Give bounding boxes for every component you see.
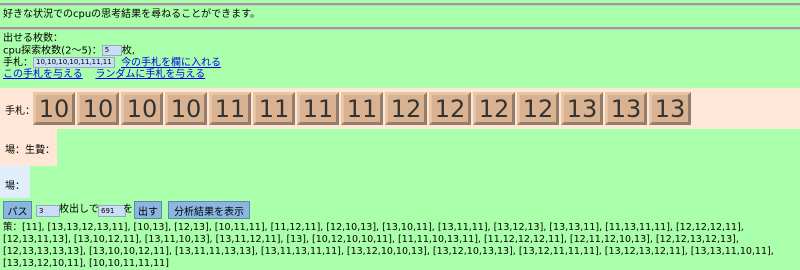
section-separator xyxy=(0,27,800,30)
hand-card[interactable]: 11 xyxy=(297,92,339,125)
play-count-label: 出せる枚数： xyxy=(3,33,63,44)
random-hand-link[interactable]: ランダムに手札を与える xyxy=(95,69,205,80)
count-suffix: 枚出しで xyxy=(59,204,99,215)
hand-card[interactable]: 10 xyxy=(33,92,75,125)
cpu-depth-row: cpu探索枚数(2〜5)： 5 枚, xyxy=(3,45,135,58)
hand-row-label: 手札： xyxy=(5,106,35,117)
top-separator xyxy=(0,3,800,6)
hand-card[interactable]: 12 xyxy=(473,92,515,125)
field-label: 場： xyxy=(5,181,25,192)
hand-card[interactable]: 13 xyxy=(561,92,603,125)
hand-card[interactable]: 10 xyxy=(77,92,119,125)
pass-button[interactable]: パス xyxy=(3,201,32,219)
hand-cards: 10 10 10 10 11 11 11 11 12 12 12 12 13 13 13 xyxy=(33,92,691,125)
hand-links-row: この手札を与える ランダムに手札を与える xyxy=(3,69,205,81)
put-current-hand-link[interactable]: 今の手札を欄に入れる xyxy=(121,58,221,69)
rank-input[interactable]: 691 xyxy=(98,205,126,217)
cpu-depth-input[interactable]: 5 xyxy=(101,45,122,56)
give-hand-link[interactable]: この手札を与える xyxy=(3,69,83,80)
play-button[interactable]: 出す xyxy=(134,201,162,219)
hand-card[interactable]: 10 xyxy=(121,92,163,125)
count-input[interactable]: 3 xyxy=(36,205,60,217)
cpu-depth-label: cpu探索枚数(2〜5)： xyxy=(3,45,102,57)
hand-card[interactable]: 13 xyxy=(605,92,647,125)
hand-card[interactable]: 12 xyxy=(517,92,559,125)
policy-text: 策：[11], [13,13,12,13,11], [10,13], [12,1… xyxy=(3,222,774,269)
intro-text: 好きな状況でのcpuの思考結果を尋ねることができます。 xyxy=(3,9,261,20)
show-analysis-button[interactable]: 分析結果を表示 xyxy=(168,201,250,219)
hand-card[interactable]: 11 xyxy=(209,92,251,125)
hand-input-row: 手札： 10,10,10,10,11,11,11 今の手札を欄に入れる xyxy=(3,57,221,70)
hand-card[interactable]: 13 xyxy=(649,92,691,125)
hand-input-label: 手札： xyxy=(3,57,33,69)
field-sacrifice-label: 場：生贄： xyxy=(5,145,55,156)
rank-suffix: を xyxy=(123,204,133,215)
cpu-depth-unit: 枚, xyxy=(121,45,135,57)
hand-input[interactable]: 10,10,10,10,11,11,11 xyxy=(33,57,115,68)
hand-card[interactable]: 12 xyxy=(429,92,471,125)
hand-card[interactable]: 11 xyxy=(341,92,383,125)
hand-card[interactable]: 11 xyxy=(253,92,295,125)
hand-card[interactable]: 10 xyxy=(165,92,207,125)
hand-card[interactable]: 12 xyxy=(385,92,427,125)
